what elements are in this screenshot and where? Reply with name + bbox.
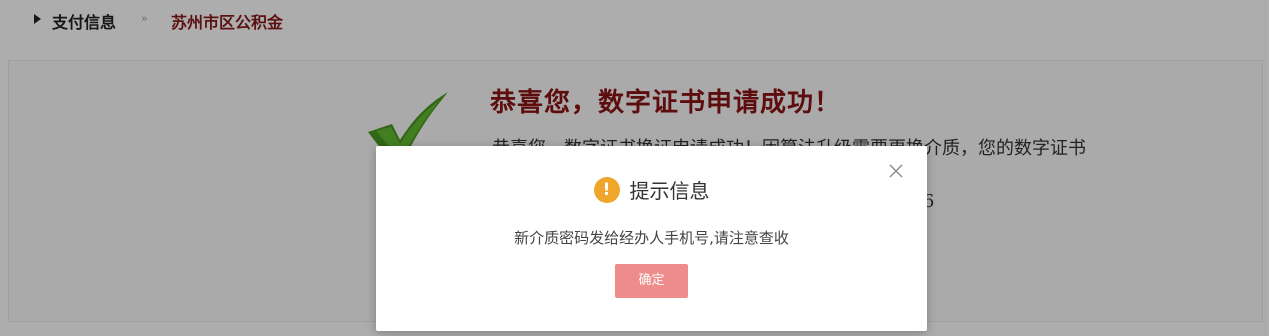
dialog-title: 提示信息 — [629, 179, 710, 203]
warning-icon: ! — [593, 176, 620, 203]
confirm-button[interactable]: 确定 — [615, 264, 688, 298]
dialog-message: 新介质密码发给经办人手机号,请注意查收 — [514, 229, 789, 247]
info-dialog: ! 提示信息 新介质密码发给经办人手机号,请注意查收 确定 — [376, 146, 927, 331]
dialog-header: ! 提示信息 — [376, 175, 927, 204]
